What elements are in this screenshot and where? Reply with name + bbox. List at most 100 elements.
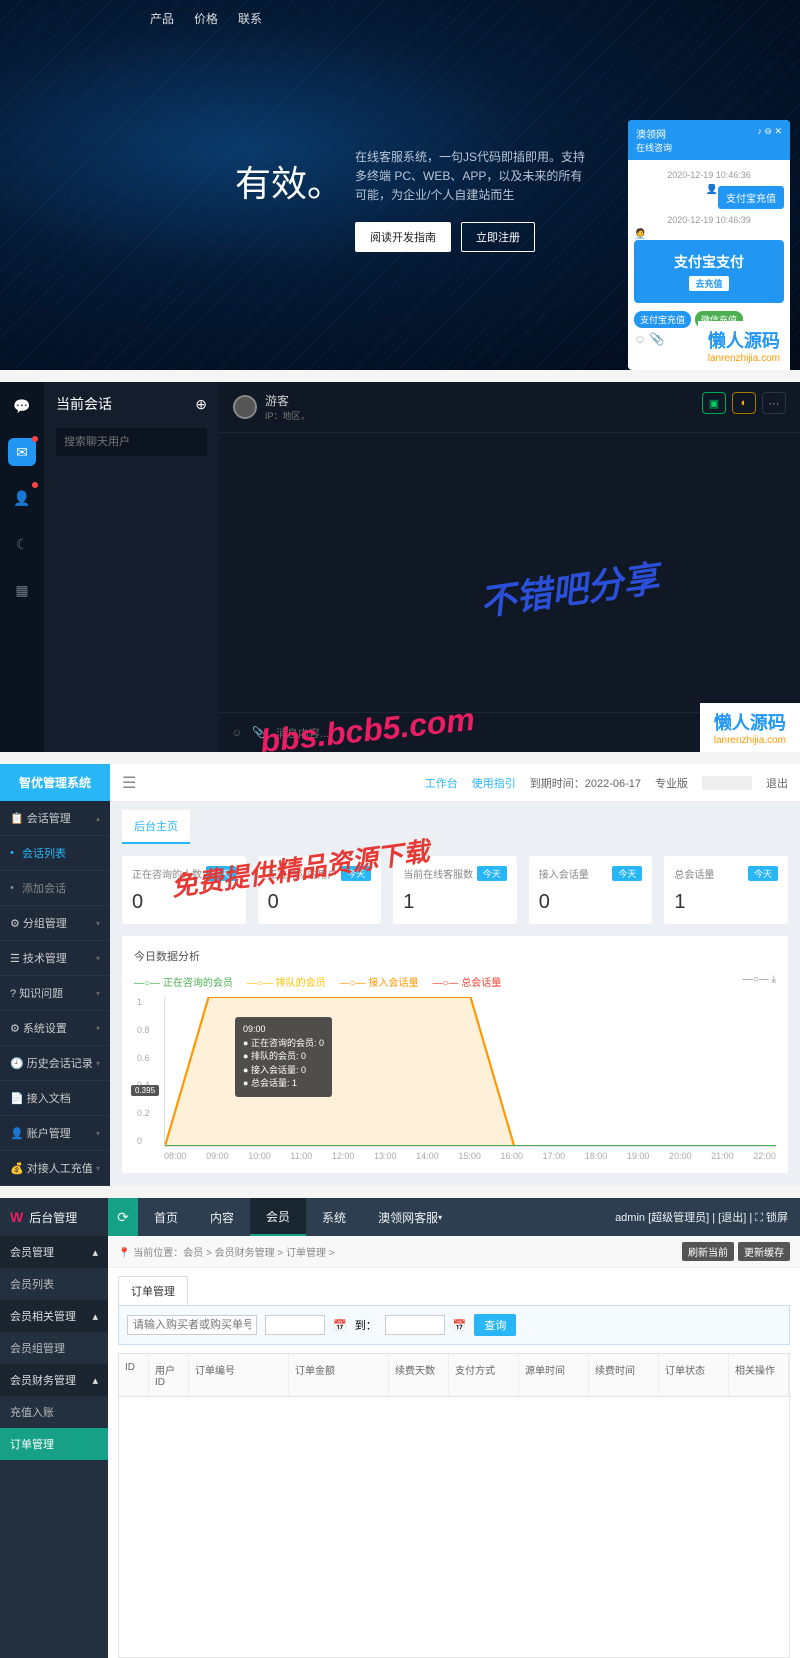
system-name: 后台管理: [29, 1209, 77, 1226]
user-placeholder: [702, 776, 752, 790]
hero-description: 在线客服系统，一句JS代码即插即用。支持多终端 PC、WEB、APP，以及未来的…: [355, 148, 585, 206]
read-guide-button[interactable]: 阅读开发指南: [355, 222, 451, 252]
pay-link[interactable]: 去充值: [689, 276, 728, 291]
user-info[interactable]: admin [超级管理员] | [退出] | ⛶ 锁屏: [615, 1209, 800, 1225]
chat-subtitle: 在线咨询: [636, 141, 672, 154]
stat-badge: 今天: [612, 866, 642, 881]
admin-logo: W 后台管理: [0, 1198, 108, 1236]
visitor-meta: IP：地区，: [265, 409, 310, 422]
chat-bubble-icon[interactable]: 💬: [8, 392, 36, 420]
refresh-current-button[interactable]: 刷新当前: [682, 1242, 734, 1261]
nav-service[interactable]: 澳领网客服 ▾: [362, 1198, 458, 1236]
menu-toggle-icon[interactable]: ☰: [122, 773, 136, 793]
side-orders[interactable]: 订单管理: [0, 1428, 108, 1460]
stat-value: 1: [403, 891, 507, 914]
moon-icon[interactable]: ☾: [8, 530, 36, 558]
side-recharge[interactable]: 充值入账: [0, 1396, 108, 1428]
action-button[interactable]: ◐: [732, 392, 756, 414]
stat-card: 当前在线客服数今天1: [393, 856, 517, 924]
date-to-input[interactable]: [385, 1315, 445, 1335]
update-cache-button[interactable]: 更新缓存: [738, 1242, 790, 1261]
menu-session[interactable]: 📋 会话管理▴: [0, 801, 110, 836]
chart-card: 今日数据分析 正在咨询的会员 排队的会员 接入会话量 总会话量 ⤓ 10.80.…: [122, 936, 788, 1173]
landing-hero: 产品 价格 联系 有效。 在线客服系统，一句JS代码即插即用。支持多终端 PC、…: [0, 0, 800, 370]
menu-tech[interactable]: ☰ 技术管理▾: [0, 941, 110, 976]
search-input[interactable]: [56, 428, 207, 456]
chat-timestamp: 2020-12-19 10:46:36: [634, 170, 784, 180]
chat-timestamp: 2020-12-19 10:46:39: [634, 215, 784, 225]
col-amount: 订单金额: [289, 1354, 389, 1396]
backend-admin-panel: W 后台管理 ⟳ 首页 内容 会员 系统 澳领网客服 ▾ admin [超级管理…: [0, 1198, 800, 1658]
refresh-icon[interactable]: ⟳: [108, 1198, 138, 1236]
emoji-icon[interactable]: ☺: [231, 727, 242, 739]
menu-faq[interactable]: ? 知识问题▾: [0, 976, 110, 1011]
nav-member[interactable]: 会员: [250, 1198, 306, 1236]
menu-group[interactable]: ⚙ 分组管理▾: [0, 906, 110, 941]
stat-value: 1: [674, 891, 778, 914]
stat-label: 正在排队的用户: [268, 866, 338, 881]
edition-badge: 专业版: [655, 775, 688, 791]
col-renewtime: 续费时间: [589, 1354, 659, 1396]
stat-card: 总会话量今天1: [664, 856, 788, 924]
grid-icon[interactable]: ▦: [8, 576, 36, 604]
register-button[interactable]: 立即注册: [461, 222, 535, 252]
more-icon[interactable]: ⋯: [762, 392, 786, 414]
logout-link[interactable]: 退出: [766, 775, 788, 791]
stat-badge: 今天: [477, 866, 507, 881]
message-input[interactable]: 消息内容...: [276, 725, 329, 741]
date-from-input[interactable]: [265, 1315, 325, 1335]
attach-icon[interactable]: 📎: [252, 726, 266, 739]
workbench-link[interactable]: 工作台: [425, 775, 458, 791]
nav-product[interactable]: 产品: [150, 10, 174, 27]
calendar-icon[interactable]: 📅: [453, 1319, 467, 1332]
side-group-mgmt[interactable]: 会员组管理: [0, 1332, 108, 1364]
guide-link[interactable]: 使用指引: [472, 775, 516, 791]
agent-avatar-icon: 🧑‍💼: [634, 229, 646, 240]
calendar-icon[interactable]: 📅: [333, 1319, 347, 1332]
y-hover-badge: 0.395: [131, 1085, 159, 1096]
system-logo: 智优管理系统: [0, 764, 110, 801]
col-srctime: 源单时间: [519, 1354, 589, 1396]
menu-recharge[interactable]: 💰 对接人工充值▾: [0, 1151, 110, 1186]
admin-topbar: W 后台管理 ⟳ 首页 内容 会员 系统 澳领网客服 ▾ admin [超级管理…: [0, 1198, 800, 1236]
pay-card[interactable]: 支付宝支付 去充值: [634, 240, 784, 303]
breadcrumb: 📍 当前位置：会员 > 会员财务管理 > 订单管理 > 刷新当前 更新缓存: [108, 1236, 800, 1268]
user-icon[interactable]: 👤: [8, 484, 36, 512]
menu-history[interactable]: 🕘 历史会话记录▾: [0, 1046, 110, 1081]
menu-account[interactable]: 👤 账户管理▾: [0, 1116, 110, 1151]
side-group-finance[interactable]: 会员财务管理▴: [0, 1364, 108, 1396]
menu-docs[interactable]: 📄 接入文档: [0, 1081, 110, 1116]
side-member-list[interactable]: 会员列表: [0, 1268, 108, 1300]
dashboard-tab[interactable]: 后台主页: [122, 810, 190, 844]
nav-system[interactable]: 系统: [306, 1198, 362, 1236]
orders-table: ID 用户ID 订单编号 订单金额 续费天数 支付方式 源单时间 续费时间 订单…: [118, 1353, 790, 1658]
mgmt-sidebar: 智优管理系统 📋 会话管理▴ 会话列表 添加会话 ⚙ 分组管理▾ ☰ 技术管理▾…: [0, 764, 110, 1186]
nav-home[interactable]: 首页: [138, 1198, 194, 1236]
query-button[interactable]: 查询: [474, 1314, 516, 1336]
nav-content[interactable]: 内容: [194, 1198, 250, 1236]
nav-price[interactable]: 价格: [194, 10, 218, 27]
quick-tag-alipay[interactable]: 支付宝充值: [634, 311, 691, 328]
orders-tab[interactable]: 订单管理: [118, 1276, 188, 1305]
hero-buttons: 阅读开发指南 立即注册: [355, 222, 535, 252]
add-session-icon[interactable]: ⊕: [195, 396, 207, 413]
col-orderno: 订单编号: [189, 1354, 289, 1396]
nav-contact[interactable]: 联系: [238, 10, 262, 27]
message-icon[interactable]: ✉: [8, 438, 36, 466]
col-actions: 相关操作: [729, 1354, 789, 1396]
stat-card: 正在咨询的人数今天0: [122, 856, 246, 924]
side-group-related[interactable]: 会员相关管理▴: [0, 1300, 108, 1332]
chat-widget-header: 澳领网 在线咨询 ♪ ⊖ ✕: [628, 120, 790, 160]
menu-session-add[interactable]: 添加会话: [0, 871, 110, 906]
brand-watermark: 懒人源码 lanrenzhijia.com: [698, 321, 790, 370]
chat-window-controls[interactable]: ♪ ⊖ ✕: [757, 126, 782, 154]
chat-title: 澳领网: [636, 126, 672, 141]
menu-session-list[interactable]: 会话列表: [0, 836, 110, 871]
buyer-search-input[interactable]: [127, 1315, 257, 1335]
download-icon[interactable]: ⤓: [743, 974, 776, 989]
menu-settings[interactable]: ⚙ 系统设置▾: [0, 1011, 110, 1046]
table-body-empty: [119, 1397, 789, 1657]
action-button[interactable]: ▣: [702, 392, 726, 414]
side-group-member[interactable]: 会员管理▴: [0, 1236, 108, 1268]
stat-card: 接入会话量今天0: [529, 856, 653, 924]
